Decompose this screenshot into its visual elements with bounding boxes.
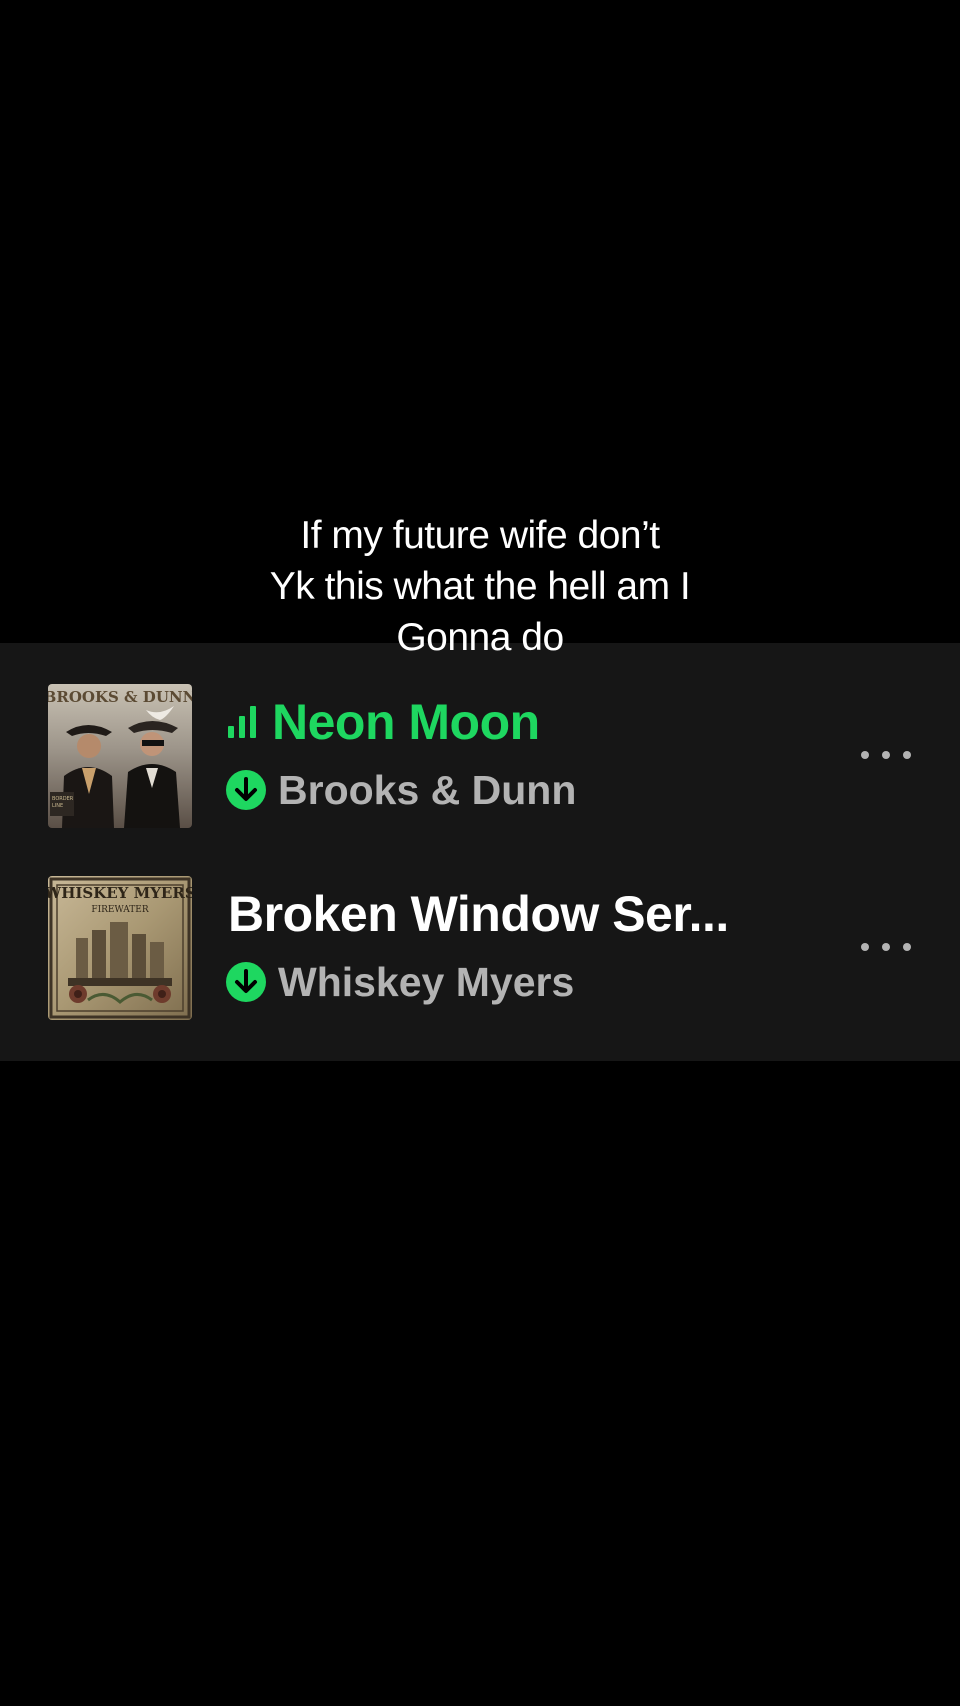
track-title: Neon Moon (272, 694, 540, 750)
track-title-row: Broken Window Ser... (228, 884, 729, 944)
track-row[interactable]: WHISKEY MYERS FIREWATER Broken Window Se… (0, 870, 960, 1020)
track-title: Broken Window Ser... (228, 886, 729, 942)
track-artist-row: Whiskey Myers (226, 958, 575, 1005)
download-arrow-icon (226, 770, 266, 810)
track-row[interactable]: BROOKS & DUNN BORDER LINE Neon Moon Broo… (0, 678, 960, 828)
album-art-title: BROOKS & DUNN (48, 688, 192, 706)
more-options-icon[interactable] (860, 940, 912, 954)
track-title-row: Neon Moon (228, 692, 540, 752)
more-options-icon[interactable] (860, 748, 912, 762)
video-caption: If my future wife don’t Yk this what the… (0, 510, 960, 663)
caption-line: Yk this what the hell am I (269, 565, 691, 608)
equalizer-bars-icon (228, 706, 256, 738)
album-art: WHISKEY MYERS FIREWATER (48, 876, 192, 1020)
svg-text:BORDER: BORDER (52, 796, 74, 802)
album-art: BROOKS & DUNN BORDER LINE (48, 684, 192, 828)
caption-line: If my future wife don’t (300, 514, 660, 557)
track-artist: Whiskey Myers (278, 958, 575, 1005)
caption-line: Gonna do (396, 616, 564, 659)
svg-text:LINE: LINE (52, 803, 63, 809)
download-arrow-icon (226, 962, 266, 1002)
album-art-title: WHISKEY MYERS (48, 884, 192, 902)
album-art-subtitle: FIREWATER (91, 905, 149, 915)
track-artist-row: Brooks & Dunn (226, 766, 577, 813)
track-artist: Brooks & Dunn (278, 766, 577, 813)
